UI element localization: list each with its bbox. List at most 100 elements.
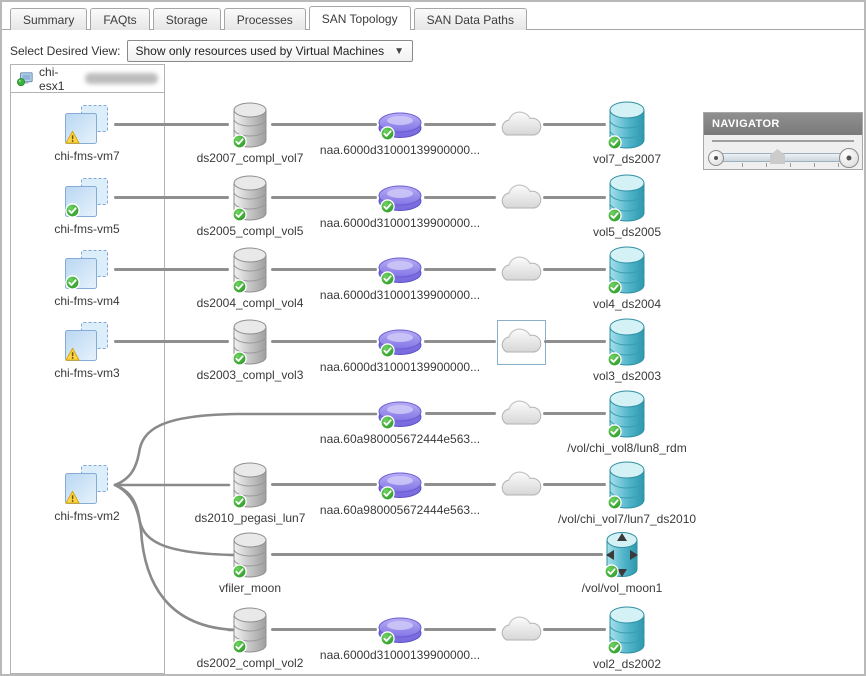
ok-icon — [604, 564, 619, 579]
ok-icon — [607, 640, 622, 655]
navigator-panel: NAVIGATOR — [703, 112, 863, 170]
ok-icon — [380, 126, 395, 141]
cloud-icon — [496, 110, 544, 140]
ok-icon — [232, 351, 247, 366]
zoom-slider[interactable] — [704, 142, 862, 170]
ok-icon — [380, 271, 395, 286]
datastore-label: ds2010_pegasi_lun7 — [194, 511, 306, 525]
datastore-label: ds2003_compl_vol3 — [196, 368, 304, 382]
lun-label: naa.60a980005672444e563... — [319, 503, 481, 517]
zoom-out-button[interactable] — [708, 150, 724, 166]
edge — [543, 628, 606, 631]
slider-tick — [790, 163, 791, 167]
vm-label: chi-fms-vm2 — [54, 509, 120, 523]
ok-icon — [607, 135, 622, 150]
edge — [271, 196, 377, 199]
warning-icon — [65, 130, 80, 145]
lun-label: naa.60a980005672444e563... — [319, 432, 481, 446]
edge — [114, 268, 229, 271]
ok-icon — [607, 280, 622, 295]
lun-label: naa.6000d31000139900000... — [319, 288, 481, 302]
datastore-label: ds2007_compl_vol7 — [196, 151, 304, 165]
ok-icon — [232, 639, 247, 654]
ok-icon — [380, 415, 395, 430]
vm-label: chi-fms-vm4 — [54, 294, 120, 308]
host-header[interactable]: chi-esx1 — [11, 65, 164, 93]
lun-label: naa.6000d31000139900000... — [319, 143, 481, 157]
datastore-label: ds2005_compl_vol5 — [196, 224, 304, 238]
slider-tick — [814, 163, 815, 167]
tab-processes[interactable]: Processes — [223, 8, 306, 30]
view-select-label: Select Desired View: — [10, 44, 121, 58]
tab-san-topology[interactable]: SAN Topology — [308, 6, 411, 30]
cloud-icon — [496, 183, 544, 213]
edge — [424, 628, 496, 631]
edge — [424, 196, 496, 199]
edge — [543, 412, 606, 415]
edge — [543, 483, 606, 486]
slider-tick — [766, 163, 767, 167]
edge — [114, 196, 229, 199]
edge — [424, 123, 496, 126]
lun-label: naa.6000d31000139900000... — [319, 360, 481, 374]
ok-icon — [380, 343, 395, 358]
navigator-title: NAVIGATOR — [704, 113, 862, 135]
ok-icon — [607, 352, 622, 367]
zoom-in-button[interactable] — [839, 148, 859, 168]
lun-label: naa.6000d31000139900000... — [319, 648, 481, 662]
tab-san-data-paths[interactable]: SAN Data Paths — [413, 8, 527, 30]
ok-icon — [380, 486, 395, 501]
edge — [114, 123, 229, 126]
vm-label: chi-fms-vm5 — [54, 222, 120, 236]
edge — [271, 553, 603, 556]
vm-label: chi-fms-vm7 — [54, 149, 120, 163]
ok-icon — [232, 134, 247, 149]
volume-label: vol7_ds2007 — [592, 152, 662, 166]
tab-faqts[interactable]: FAQts — [90, 8, 150, 30]
volume-label: /vol/chi_vol7/lun7_ds2010 — [557, 512, 697, 526]
edge — [424, 268, 496, 271]
slider-tick — [742, 163, 743, 167]
host-name-redacted — [84, 73, 158, 84]
warning-icon — [65, 490, 80, 505]
volume-label: vol2_ds2002 — [592, 657, 662, 671]
edge — [271, 340, 377, 343]
ok-icon — [607, 495, 622, 510]
lun-label: naa.6000d31000139900000... — [319, 216, 481, 230]
volume-label: vol5_ds2005 — [592, 225, 662, 239]
warning-icon — [65, 347, 80, 362]
tab-summary[interactable]: Summary — [10, 8, 88, 30]
edge — [271, 628, 377, 631]
zoom-slider-thumb[interactable] — [770, 149, 785, 164]
ok-icon — [607, 208, 622, 223]
edge — [544, 340, 606, 343]
ok-icon — [232, 279, 247, 294]
view-toolbar: Select Desired View: Show only resources… — [10, 40, 413, 62]
vfiler-label: vfiler_moon — [218, 581, 282, 595]
ok-icon — [607, 424, 622, 439]
ok-icon — [232, 564, 247, 579]
edge — [271, 123, 377, 126]
view-select[interactable]: Show only resources used by Virtual Mach… — [126, 40, 413, 62]
volume-label: vol4_ds2004 — [592, 297, 662, 311]
edge — [424, 483, 496, 486]
datastore-label: ds2004_compl_vol4 — [196, 296, 304, 310]
vm-label: chi-fms-vm3 — [54, 366, 120, 380]
edge — [543, 268, 606, 271]
edge — [425, 412, 496, 415]
edge — [271, 483, 377, 486]
volume-label: vol3_ds2003 — [592, 369, 662, 383]
cloud-icon — [496, 615, 544, 645]
ok-icon — [65, 203, 80, 218]
view-select-value: Show only resources used by Virtual Mach… — [135, 44, 385, 58]
chevron-down-icon: ▼ — [394, 45, 404, 57]
volume-label: /vol/vol_moon1 — [581, 581, 663, 595]
cloud-icon — [496, 255, 544, 285]
volume-label: /vol/chi_vol8/lun8_rdm — [567, 441, 687, 455]
san-topology-window: Summary FAQts Storage Processes SAN Topology… — [0, 0, 866, 676]
edge — [114, 340, 229, 343]
tab-storage[interactable]: Storage — [152, 8, 221, 30]
edge — [424, 340, 496, 343]
datastore-label: ds2002_compl_vol2 — [196, 656, 304, 670]
ok-icon — [65, 275, 80, 290]
